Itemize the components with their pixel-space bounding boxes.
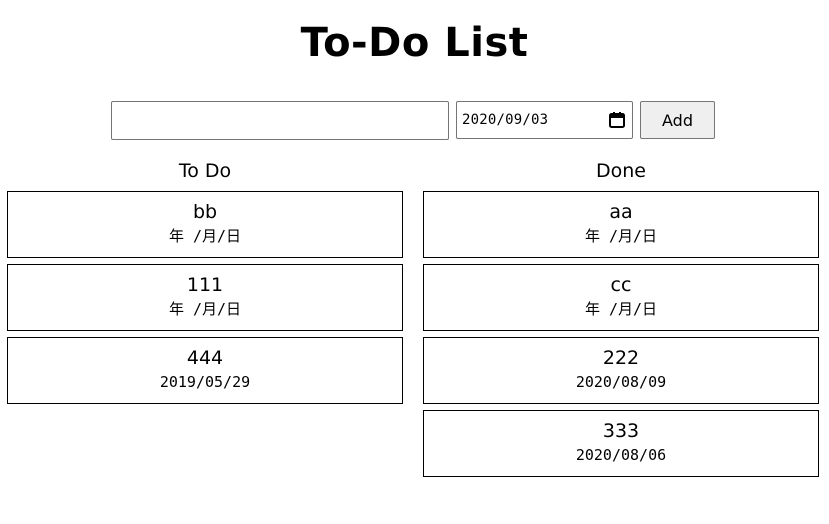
todo-item[interactable]: 111 年 /月/日: [7, 264, 403, 331]
done-item-title: cc: [610, 274, 632, 296]
todo-item-title: bb: [192, 201, 218, 223]
done-item-date: 2020/08/06: [575, 446, 667, 464]
todo-item-title: 444: [186, 347, 224, 369]
done-item-date: 年 /月/日: [584, 227, 658, 245]
date-input[interactable]: 2020/09/03: [456, 101, 633, 139]
todo-item[interactable]: bb 年 /月/日: [7, 191, 403, 258]
todo-item-date: 年 /月/日: [168, 300, 242, 318]
calendar-icon[interactable]: [608, 111, 626, 129]
done-item-title: aa: [609, 201, 633, 223]
done-column-heading: Done: [596, 160, 646, 182]
done-item-date: 2020/08/09: [575, 373, 667, 391]
add-button[interactable]: Add: [640, 101, 715, 139]
todo-item-date: 2019/05/29: [159, 373, 251, 391]
todo-column-heading: To Do: [178, 160, 232, 182]
done-item[interactable]: cc 年 /月/日: [423, 264, 819, 331]
done-item[interactable]: 222 2020/08/09: [423, 337, 819, 404]
date-value: 2020/09/03: [462, 112, 549, 128]
done-item-date: 年 /月/日: [584, 300, 658, 318]
todo-item-title: 111: [186, 274, 224, 296]
done-item-title: 222: [602, 347, 640, 369]
done-item[interactable]: 333 2020/08/06: [423, 410, 819, 477]
todo-item-date: 年 /月/日: [168, 227, 242, 245]
task-input[interactable]: [111, 101, 449, 140]
done-item[interactable]: aa 年 /月/日: [423, 191, 819, 258]
todo-item[interactable]: 444 2019/05/29: [7, 337, 403, 404]
done-item-title: 333: [602, 420, 640, 442]
page-title: To-Do List: [300, 20, 529, 66]
